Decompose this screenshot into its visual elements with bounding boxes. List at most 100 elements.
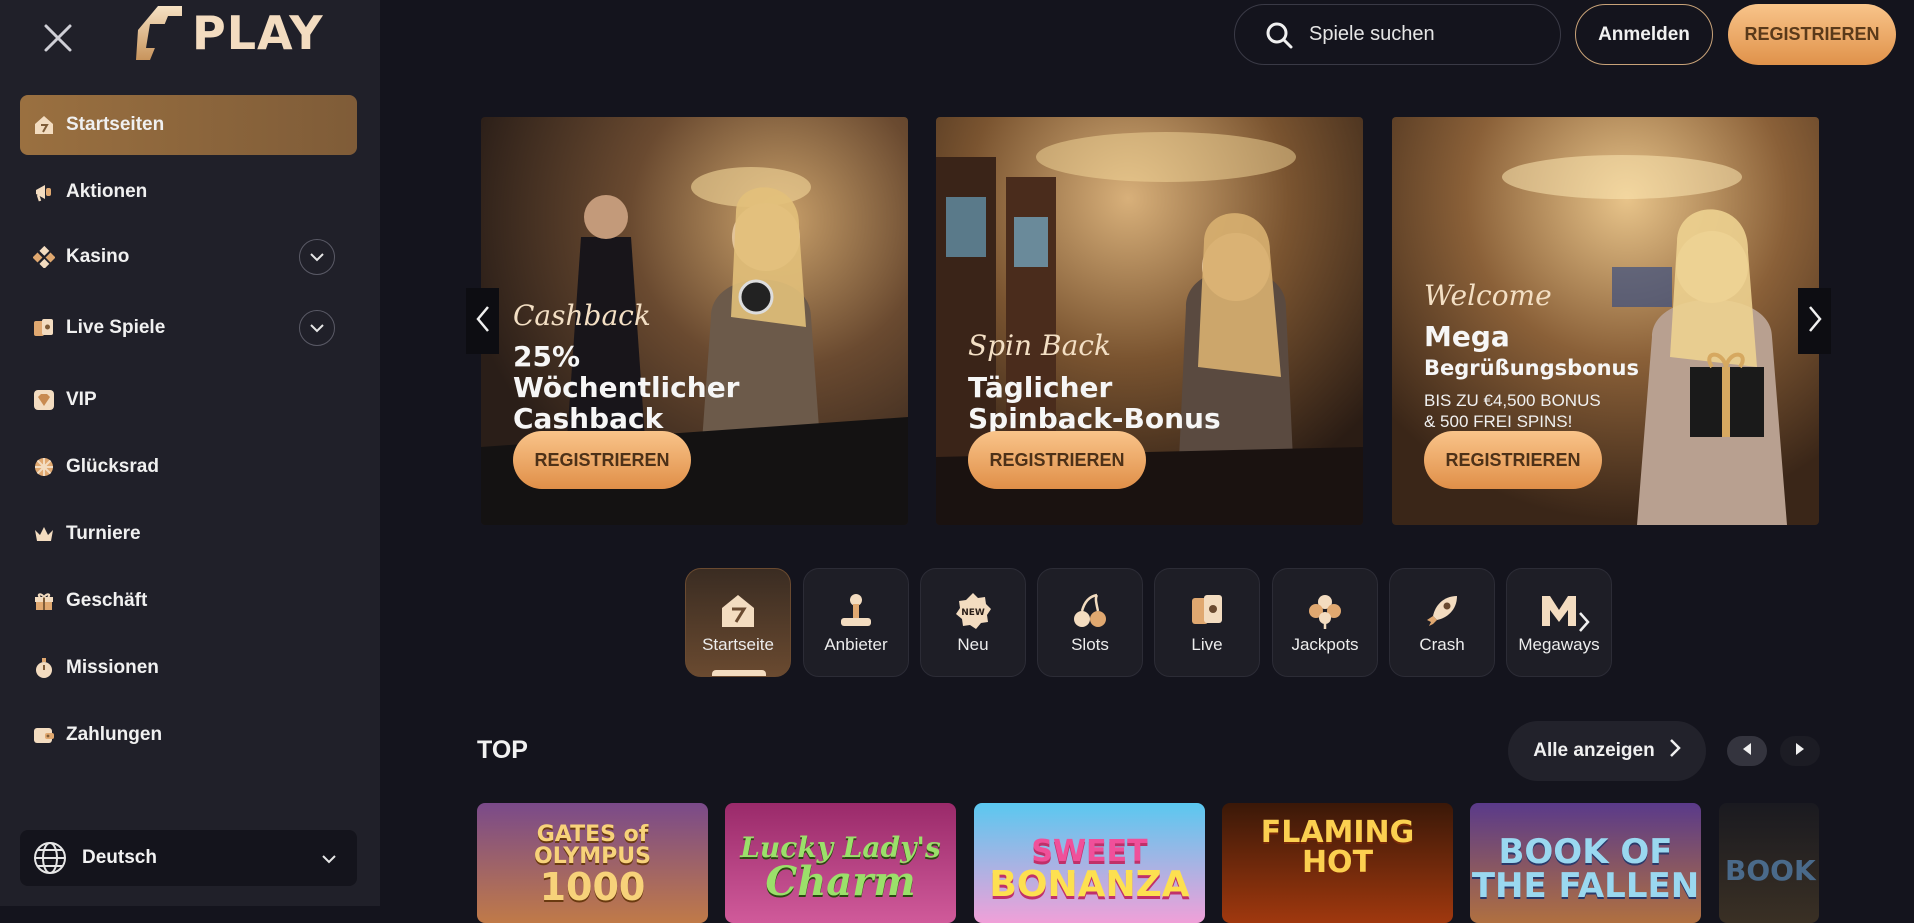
sidebar-item-label: Kasino xyxy=(66,246,130,267)
chevron-down-icon[interactable] xyxy=(299,310,335,346)
sidebar-item-label: Missionen xyxy=(66,657,159,678)
search-placeholder: Spiele suchen xyxy=(1309,23,1435,45)
search-input[interactable]: Spiele suchen xyxy=(1234,4,1561,65)
game-title-line: GATES of OLYMPUS xyxy=(534,822,651,869)
category-tab-slots[interactable]: Slots xyxy=(1037,568,1143,677)
wallet-icon xyxy=(32,723,56,747)
show-all-button[interactable]: Alle anzeigen xyxy=(1508,721,1706,781)
banner-register-button[interactable]: REGISTRIEREN xyxy=(968,431,1146,489)
logo-mark-icon xyxy=(136,6,182,60)
close-icon[interactable] xyxy=(38,18,78,58)
sidebar-item-label: Zahlungen xyxy=(66,724,163,745)
banner-script: Cashback xyxy=(513,299,651,332)
banner-title-line: Begrüßungsbonus xyxy=(1424,356,1639,380)
sidebar-item-zahlungen[interactable]: Zahlungen xyxy=(20,705,357,765)
banner-title-line: Cashback xyxy=(513,402,664,435)
chevron-right-icon xyxy=(1669,738,1681,764)
megaphone-icon xyxy=(32,180,56,204)
category-tab-jackpots[interactable]: Jackpots xyxy=(1272,568,1378,677)
game-tile[interactable]: BOOK OF THE FALLEN xyxy=(1470,803,1701,923)
game-tile[interactable]: SWEET BONANZA xyxy=(974,803,1205,923)
new-badge-icon: NEW xyxy=(953,591,993,631)
game-tile[interactable]: FLAMING HOT xyxy=(1222,803,1453,923)
banner-title-line: Täglicher xyxy=(968,371,1113,404)
crown-icon xyxy=(32,522,56,546)
game-title-line: 1000 xyxy=(539,865,646,909)
sidebar-item-gluecksrad[interactable]: Glücksrad xyxy=(20,437,357,497)
game-title-line: Charm xyxy=(765,858,916,905)
caret-left-icon xyxy=(1741,742,1753,761)
section-title: TOP xyxy=(477,736,528,764)
banner-cashback[interactable]: Cashback 25% Wöchentlicher Cashback REGI… xyxy=(481,117,908,525)
game-title-line: SWEET xyxy=(1031,834,1148,869)
sidebar-item-aktionen[interactable]: Aktionen xyxy=(20,162,357,222)
language-label: Deutsch xyxy=(82,847,157,868)
chevron-right-icon[interactable] xyxy=(1577,611,1591,638)
sidebar-item-label: Startseiten xyxy=(66,114,165,135)
game-title-line: FLAMING HOT xyxy=(1260,815,1415,880)
banner-subtitle-line: BIS ZU €4,500 BONUS xyxy=(1424,391,1601,410)
game-title-line: BOOK OF xyxy=(1498,832,1673,872)
chevron-right-icon xyxy=(1807,305,1823,338)
sidebar-item-geschaeft[interactable]: Geschäft xyxy=(20,571,357,631)
banner-register-button[interactable]: REGISTRIEREN xyxy=(1424,431,1602,489)
sidebar-item-missionen[interactable]: Missionen xyxy=(20,638,357,698)
sidebar-item-label: VIP xyxy=(66,389,97,410)
category-tab-megaways[interactable]: Megaways xyxy=(1506,568,1612,677)
banner-welcome[interactable]: Welcome Mega Begrüßungsbonus BIS ZU €4,5… xyxy=(1392,117,1819,525)
login-button[interactable]: Anmelden xyxy=(1575,4,1713,65)
diamond-icon xyxy=(32,388,56,412)
category-tab-neu[interactable]: NEW Neu xyxy=(920,568,1026,677)
register-button[interactable]: REGISTRIEREN xyxy=(1728,4,1896,65)
category-label: Crash xyxy=(1419,634,1465,654)
category-label: Jackpots xyxy=(1291,634,1359,654)
category-tab-startseite[interactable]: Startseite xyxy=(685,568,791,677)
chevron-down-icon[interactable] xyxy=(299,239,335,275)
joystick-icon xyxy=(836,591,876,631)
globe-icon xyxy=(32,840,68,876)
clover-icon xyxy=(32,245,56,269)
banner-spinback[interactable]: Spin Back Täglicher Spinback-Bonus REGIS… xyxy=(936,117,1363,525)
sidebar-item-live-spiele[interactable]: Live Spiele xyxy=(20,298,357,358)
wheel-icon xyxy=(32,455,56,479)
stopwatch-icon xyxy=(32,656,56,680)
games-prev-button[interactable] xyxy=(1727,736,1767,766)
games-next-button[interactable] xyxy=(1780,736,1820,766)
game-title-line: BOOK xyxy=(1725,854,1816,887)
game-tile[interactable]: BOOK xyxy=(1719,803,1819,923)
banner-script: Spin Back xyxy=(968,329,1111,362)
gift-icon xyxy=(32,589,56,613)
carousel-next-button[interactable] xyxy=(1798,288,1831,354)
sidebar-item-kasino[interactable]: Kasino xyxy=(20,227,357,287)
game-tile[interactable]: Lucky Lady's Charm xyxy=(725,803,956,923)
sidebar-item-label: Geschäft xyxy=(66,590,148,611)
sidebar-item-label: Live Spiele xyxy=(66,317,166,338)
category-label: Anbieter xyxy=(824,634,888,654)
sidebar-item-turniere[interactable]: Turniere xyxy=(20,504,357,564)
banner-script: Welcome xyxy=(1424,279,1552,312)
category-tab-crash[interactable]: Crash xyxy=(1389,568,1495,677)
home-logo-icon xyxy=(718,591,758,631)
megaways-icon xyxy=(1539,591,1579,631)
sidebar-item-startseiten[interactable]: Startseiten xyxy=(20,95,357,155)
sidebar-item-label: Turniere xyxy=(66,523,141,544)
language-selector[interactable]: Deutsch xyxy=(20,830,357,886)
carousel-prev-button[interactable] xyxy=(466,288,499,354)
chevron-down-icon xyxy=(321,848,337,870)
game-tile[interactable]: GATES of OLYMPUS 1000 xyxy=(477,803,708,923)
clover-icon xyxy=(1305,591,1345,631)
banner-title-line: Wöchentlicher xyxy=(513,371,740,404)
banner-subtitle-line: & 500 FREI SPINS! xyxy=(1424,412,1573,431)
banner-register-button[interactable]: REGISTRIEREN xyxy=(513,431,691,489)
sidebar-item-label: Glücksrad xyxy=(66,456,159,477)
category-tab-anbieter[interactable]: Anbieter xyxy=(803,568,909,677)
sidebar-item-vip[interactable]: VIP xyxy=(20,370,357,430)
banner-title-line: 25% xyxy=(513,340,581,373)
logo[interactable]: PLAY xyxy=(128,0,358,66)
category-tab-live[interactable]: Live xyxy=(1154,568,1260,677)
cherry-icon xyxy=(1070,591,1110,631)
game-title-line: THE FALLEN xyxy=(1471,866,1700,906)
category-label: Slots xyxy=(1071,634,1109,654)
home-logo-icon xyxy=(32,113,56,137)
logo-text: PLAY xyxy=(192,6,324,60)
